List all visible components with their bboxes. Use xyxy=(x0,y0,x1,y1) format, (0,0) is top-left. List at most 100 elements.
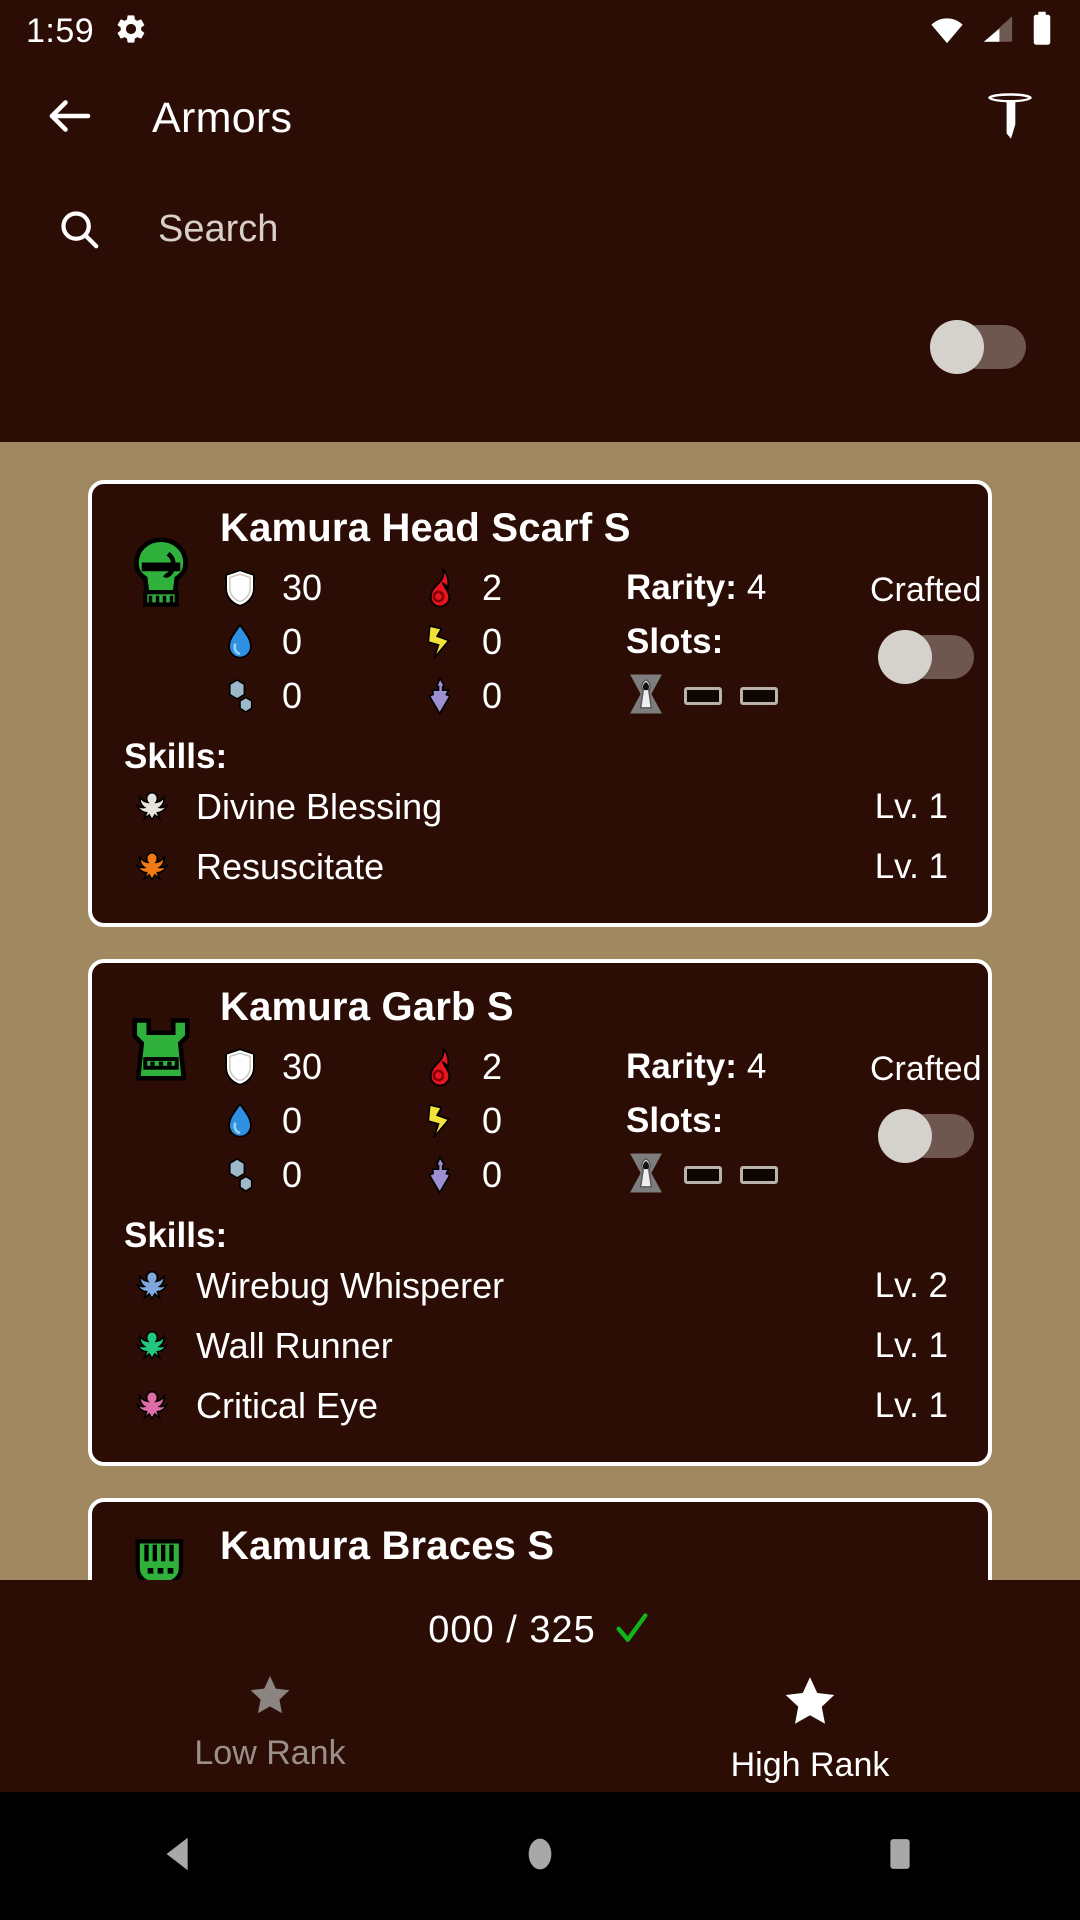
wifi-icon xyxy=(928,12,966,51)
skill-name: Divine Blessing xyxy=(196,786,443,827)
nav-back-icon xyxy=(157,1831,203,1882)
armor-name: Kamura Braces S xyxy=(220,1524,555,1568)
slot-empty-icon[interactable] xyxy=(684,687,722,705)
check-icon xyxy=(612,1608,652,1653)
armor-card[interactable]: Kamura Garb S 30 0 0 2 0 0 Rarity: 4 Slo… xyxy=(88,959,992,1466)
skill-item[interactable]: Critical Eye Lv. 1 xyxy=(118,1376,962,1436)
skill-icon xyxy=(130,848,174,886)
dragon-value: 0 xyxy=(482,675,503,716)
armor-card[interactable]: Kamura Braces S xyxy=(88,1498,992,1580)
shield-icon xyxy=(220,568,260,608)
search-bar[interactable] xyxy=(0,174,1080,284)
rarity-value: 4 xyxy=(746,1047,767,1086)
fire-value: 2 xyxy=(482,567,503,608)
arrow-back-icon xyxy=(43,89,97,148)
element-column: 2 0 0 xyxy=(420,561,620,723)
slot-filled-icon[interactable] xyxy=(626,671,666,722)
slots-line: Slots: xyxy=(626,1094,870,1148)
filter-funnel-icon xyxy=(981,87,1039,150)
fire-icon xyxy=(420,568,460,608)
nav-recents-button[interactable] xyxy=(840,1796,960,1916)
dragon-icon xyxy=(420,1156,460,1194)
armor-card-body: Kamura Garb S 30 0 0 2 0 0 Rarity: 4 Slo… xyxy=(204,985,982,1202)
stat-ice: 0 xyxy=(220,1148,420,1202)
skill-item[interactable]: Wirebug Whisperer Lv. 2 xyxy=(118,1256,962,1316)
search-input[interactable] xyxy=(158,207,858,251)
skill-icon xyxy=(130,1267,174,1305)
armor-info-grid: 30 0 0 2 0 0 Rarity: 4 Slots: Crafted xyxy=(220,561,982,723)
slot-empty-icon[interactable] xyxy=(684,1166,722,1184)
status-bar-right xyxy=(928,11,1054,52)
android-nav-bar xyxy=(0,1792,1080,1920)
dragon-icon xyxy=(420,677,460,715)
chest-icon xyxy=(118,985,204,1202)
crafted-toggle[interactable] xyxy=(877,1109,974,1163)
thunder-icon xyxy=(420,623,460,661)
rank-label: High Rank xyxy=(730,1746,890,1784)
rarity-value: 4 xyxy=(746,568,767,607)
skill-item[interactable]: Divine Blessing Lv. 1 xyxy=(118,777,962,837)
armor-card-top: Kamura Garb S 30 0 0 2 0 0 Rarity: 4 Slo… xyxy=(118,985,982,1202)
skill-item[interactable]: Resuscitate Lv. 1 xyxy=(118,837,962,897)
armor-info-grid: 30 0 0 2 0 0 Rarity: 4 Slots: Crafted xyxy=(220,1040,982,1202)
progress-counter: 000 / 325 xyxy=(0,1580,1080,1653)
arms-icon xyxy=(118,1524,204,1580)
stat-thunder: 0 xyxy=(420,1094,620,1148)
back-button[interactable] xyxy=(28,76,112,160)
skill-item[interactable]: Wall Runner Lv. 1 xyxy=(118,1316,962,1376)
nav-home-button[interactable] xyxy=(480,1796,600,1916)
water-value: 0 xyxy=(282,1100,303,1141)
filter-button[interactable] xyxy=(968,76,1052,160)
skill-name: Wall Runner xyxy=(196,1325,393,1366)
armor-card-body: Kamura Braces S xyxy=(204,1524,962,1580)
water-drop-icon xyxy=(220,1102,260,1140)
slot-filled-icon[interactable] xyxy=(626,1150,666,1201)
nav-recents-icon xyxy=(879,1833,921,1880)
top-toggle-row xyxy=(0,284,1080,410)
cell-signal-icon xyxy=(980,12,1016,51)
slots-line: Slots: xyxy=(626,615,870,669)
rarity-slots-column: Rarity: 4 Slots: xyxy=(620,1040,870,1202)
defense-column: 30 0 0 xyxy=(220,561,420,723)
nav-back-button[interactable] xyxy=(120,1796,240,1916)
water-value: 0 xyxy=(282,621,303,662)
skill-level: Lv. 1 xyxy=(874,847,948,886)
water-drop-icon xyxy=(220,623,260,661)
bottom-bar: 000 / 325 Low Rank High Rank xyxy=(0,1580,1080,1792)
stat-dragon: 0 xyxy=(420,669,620,723)
armor-list[interactable]: Kamura Head Scarf S 30 0 0 2 0 0 Rarity:… xyxy=(0,442,1080,1580)
stat-ice: 0 xyxy=(220,669,420,723)
tab-high-rank[interactable]: High Rank xyxy=(540,1671,1080,1785)
stat-fire: 2 xyxy=(420,561,620,615)
skill-level: Lv. 1 xyxy=(874,1326,948,1365)
status-bar: 1:59 xyxy=(0,0,1080,62)
toggle-thumb xyxy=(877,1109,932,1163)
stat-thunder: 0 xyxy=(420,615,620,669)
armor-name: Kamura Garb S xyxy=(220,985,514,1029)
tab-low-rank[interactable]: Low Rank xyxy=(0,1671,540,1785)
ice-value: 0 xyxy=(282,1154,303,1195)
armor-card-body: Kamura Head Scarf S 30 0 0 2 0 0 Rarity:… xyxy=(204,506,982,723)
star-icon xyxy=(246,1671,294,1724)
defense-column: 30 0 0 xyxy=(220,1040,420,1202)
slots-row[interactable] xyxy=(626,669,870,723)
ice-value: 0 xyxy=(282,675,303,716)
crafted-toggle[interactable] xyxy=(877,630,974,684)
defense-value: 30 xyxy=(282,567,323,608)
ice-icon xyxy=(220,677,260,715)
skill-icon xyxy=(130,788,174,826)
phone-screen: 1:59 Armors Search Kamura Head Scarf S 3… xyxy=(0,0,1080,1920)
ice-icon xyxy=(220,1156,260,1194)
battery-icon xyxy=(1030,11,1054,52)
skill-icon xyxy=(130,1387,174,1425)
counter-text: 000 / 325 xyxy=(428,1609,596,1651)
page-title: Armors xyxy=(152,93,293,142)
defense-value: 30 xyxy=(282,1046,323,1087)
rarity-line: Rarity: 4 xyxy=(626,561,870,615)
search-icon xyxy=(52,202,106,256)
slots-row[interactable] xyxy=(626,1148,870,1202)
slot-empty-icon[interactable] xyxy=(740,687,778,705)
armor-card[interactable]: Kamura Head Scarf S 30 0 0 2 0 0 Rarity:… xyxy=(88,480,992,927)
slot-empty-icon[interactable] xyxy=(740,1166,778,1184)
show-crafted-toggle[interactable] xyxy=(930,320,1026,374)
